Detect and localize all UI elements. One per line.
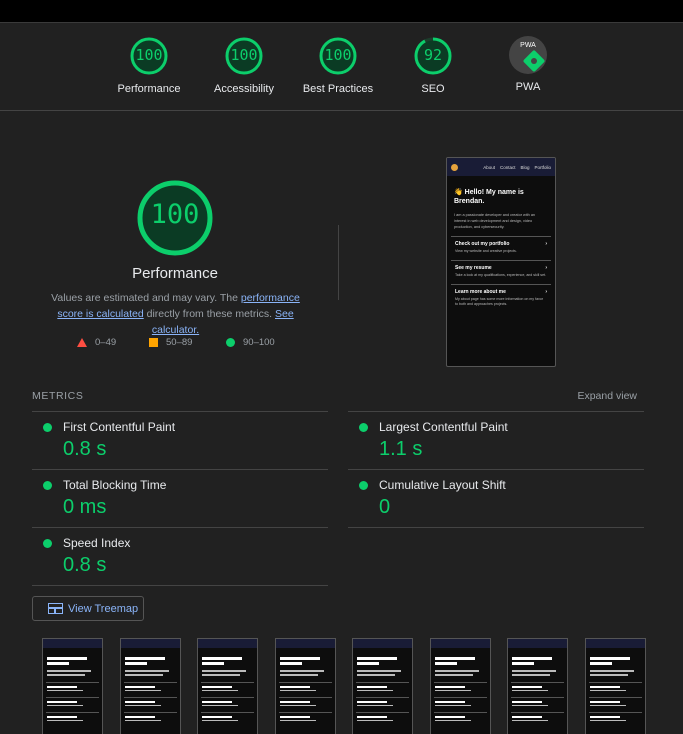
triangle-icon: [77, 337, 87, 347]
metric-title: Cumulative Layout Shift: [379, 478, 506, 492]
gauge-score: 100: [135, 46, 163, 64]
preview-card-desc: My about page has some more information …: [455, 297, 544, 306]
gauge-score: 92: [423, 46, 443, 64]
metric-value: 1.1 s: [379, 438, 423, 460]
preview-card: See my resume › Take a look at my qualifi…: [451, 260, 551, 278]
preview-card-title: Check out my portfolio: [455, 241, 510, 247]
performance-description: Values are estimated and may vary. The p…: [38, 290, 313, 338]
desc-text: directly from these metrics.: [143, 308, 275, 320]
filmstrip: [42, 638, 652, 734]
legend-label: 0–49: [95, 337, 117, 348]
circle-icon: [226, 337, 235, 347]
pass-circle-icon: [359, 423, 368, 432]
filmstrip-frame: [42, 638, 103, 734]
preview-nav-item: About: [483, 164, 495, 170]
arrow-icon: ›: [545, 241, 547, 247]
metric-tbt: Total Blocking Time 0 ms: [32, 469, 328, 528]
top-bar: [0, 0, 683, 23]
legend-average: 50–89: [149, 337, 192, 348]
preview-nav: About Contact Blog Portfolio: [447, 158, 555, 176]
treemap-icon: [48, 603, 63, 614]
divider: [338, 225, 339, 300]
gauge-label: Best Practices: [302, 83, 374, 95]
gauge-label: Accessibility: [214, 83, 274, 95]
gauge-label: SEO: [421, 83, 445, 95]
filmstrip-frame: [352, 638, 413, 734]
square-icon: [149, 337, 158, 347]
preview-hello: 👋 Hello! My name is Brendan.: [454, 189, 524, 205]
gauge-pwa[interactable]: PWA PWA: [488, 36, 568, 93]
metric-value: 0.8 s: [63, 554, 107, 576]
preview-card-title: See my resume: [455, 265, 492, 271]
preview-logo-icon: [451, 163, 458, 171]
pass-circle-icon: [359, 481, 368, 490]
metric-speed-index: Speed Index 0.8 s: [32, 527, 328, 586]
performance-gauge: 100: [135, 178, 215, 258]
filmstrip-frame: [274, 638, 336, 734]
metric-value: 0.8 s: [63, 438, 107, 460]
metrics-heading: METRICS: [32, 390, 84, 402]
legend-label: 50–89: [166, 337, 193, 348]
preview-nav-item: Blog: [520, 164, 530, 170]
metric-title: First Contentful Paint: [63, 420, 176, 434]
filmstrip-frame: [507, 638, 568, 734]
metric-fcp: First Contentful Paint 0.8 s: [32, 411, 328, 470]
pass-circle-icon: [43, 481, 52, 490]
divider: [348, 527, 644, 528]
metric-title: Largest Contentful Paint: [379, 420, 508, 434]
metric-value: 0 ms: [63, 496, 107, 518]
metric-value: 0: [379, 496, 391, 518]
arrow-icon: ›: [545, 265, 547, 271]
legend-fail: 0–49: [77, 337, 116, 348]
preview-card-desc: Take a look at my qualifications, experi…: [455, 273, 547, 277]
gauge-score: 100: [230, 46, 258, 64]
gauge-performance[interactable]: 100 Performance: [109, 36, 189, 95]
divider: [32, 585, 328, 586]
score-summary: 100 Performance 100 Accessibility 100 Be…: [0, 24, 683, 111]
metric-title: Total Blocking Time: [63, 478, 167, 492]
gauge-seo[interactable]: 92 SEO: [393, 36, 473, 95]
performance-title: Performance: [132, 265, 218, 282]
metric-lcp: Largest Contentful Paint 1.1 s: [348, 411, 644, 470]
pass-circle-icon: [43, 539, 52, 548]
arrow-icon: ›: [545, 289, 547, 295]
gauge-score: 100: [324, 46, 352, 64]
pass-circle-icon: [43, 423, 52, 432]
filmstrip-frame: [119, 638, 181, 734]
pwa-badge-icon: PWA: [509, 36, 547, 74]
preview-card: Check out my portfolio › View my website …: [451, 236, 551, 254]
legend-label: 90–100: [243, 337, 275, 348]
final-screenshot[interactable]: About Contact Blog Portfolio 👋 Hello! My…: [446, 157, 556, 367]
preview-card-desc: View my website and creative projects.: [455, 249, 517, 253]
pwa-badge-text: PWA: [520, 42, 536, 49]
filmstrip-frame: [197, 638, 258, 734]
preview-card: Learn more about me › My about page has s…: [451, 284, 551, 307]
metric-title: Speed Index: [63, 536, 131, 550]
preview-nav-item: Contact: [499, 164, 516, 170]
view-treemap-button[interactable]: View Treemap: [32, 596, 144, 621]
gauge-accessibility[interactable]: 100 Accessibility: [204, 36, 284, 95]
performance-score: 100: [150, 199, 200, 230]
expand-view-toggle[interactable]: Expand view: [577, 390, 637, 402]
gauge-best-practices[interactable]: 100 Best Practices: [298, 36, 378, 95]
legend-pass: 90–100: [226, 337, 275, 348]
preview-intro: I am a passionate developer and creator …: [454, 213, 536, 229]
preview-nav-item: Portfolio: [534, 164, 551, 170]
metric-cls: Cumulative Layout Shift 0: [348, 469, 644, 528]
pwa-check-hole: [531, 58, 537, 64]
view-treemap-label: View Treemap: [68, 602, 139, 615]
desc-text: Values are estimated and may vary. The: [51, 292, 241, 304]
filmstrip-frame: [584, 638, 646, 734]
gauge-label: PWA: [515, 81, 541, 93]
preview-card-title: Learn more about me: [455, 289, 506, 295]
gauge-label: Performance: [117, 83, 181, 95]
filmstrip-frame: [429, 638, 491, 734]
